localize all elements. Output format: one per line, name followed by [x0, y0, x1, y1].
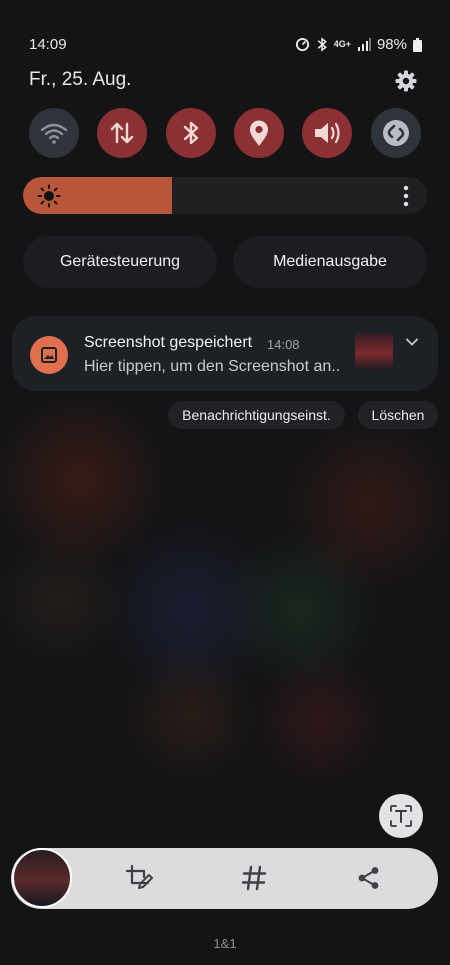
network-type: 4G+ [333, 39, 351, 49]
more-options-icon[interactable] [403, 185, 409, 207]
date-label: Fr., 25. Aug. [29, 69, 132, 90]
wifi-toggle[interactable] [29, 108, 79, 158]
chevron-down-icon[interactable] [404, 334, 420, 350]
sound-toggle[interactable] [302, 108, 352, 158]
device-control-button[interactable]: Gerätesteuerung [23, 236, 217, 288]
bluetooth-status-icon [317, 37, 327, 52]
location-toggle[interactable] [234, 108, 284, 158]
speaker-icon [315, 122, 340, 144]
screenshot-preview[interactable] [12, 848, 72, 908]
share-icon [358, 867, 379, 889]
screenshot-thumbnail [355, 334, 393, 370]
notification-settings-button[interactable]: Benachrichtigungseinst. [168, 401, 345, 429]
wifi-icon [40, 123, 68, 144]
notification-body: Hier tippen, um den Screenshot an.. [84, 358, 341, 375]
screenshot-app-icon [30, 336, 68, 374]
tag-button[interactable] [238, 862, 270, 894]
screenshot-toolbar [11, 848, 438, 909]
crop-edit-button[interactable] [123, 862, 155, 894]
media-output-button[interactable]: Medienausgabe [233, 236, 427, 288]
notification-title: Screenshot gespeichert [84, 334, 253, 351]
extract-text-button[interactable] [379, 794, 423, 838]
data-saver-icon [295, 37, 309, 52]
clear-notifications-button[interactable]: Löschen [358, 401, 438, 429]
shazam-toggle[interactable] [371, 108, 421, 158]
battery-percent: 98% [376, 36, 407, 53]
status-icons: 4G+ 98% [295, 36, 422, 53]
bluetooth-icon [183, 121, 199, 145]
notification-time: 14:08 [267, 337, 300, 352]
mobile-data-toggle[interactable] [97, 108, 147, 158]
status-time: 14:09 [29, 36, 67, 53]
sun-icon [37, 184, 61, 208]
location-pin-icon [250, 120, 268, 146]
brightness-slider[interactable] [23, 177, 427, 214]
signal-icon [357, 38, 371, 51]
text-scan-icon [390, 805, 412, 827]
status-bar: 14:09 4G+ 98% [29, 36, 422, 56]
carrier-label: 1&1 [213, 936, 237, 951]
crop-edit-icon [125, 864, 153, 889]
image-icon [41, 347, 57, 363]
gear-icon[interactable] [394, 69, 418, 93]
hashtag-icon [241, 865, 267, 891]
share-button[interactable] [353, 862, 385, 894]
battery-icon [413, 37, 422, 52]
bluetooth-toggle[interactable] [166, 108, 216, 158]
shazam-icon [383, 120, 409, 146]
data-arrows-icon [110, 122, 134, 144]
screenshot-notification[interactable]: Screenshot gespeichert 14:08 Hier tippen… [12, 316, 438, 391]
